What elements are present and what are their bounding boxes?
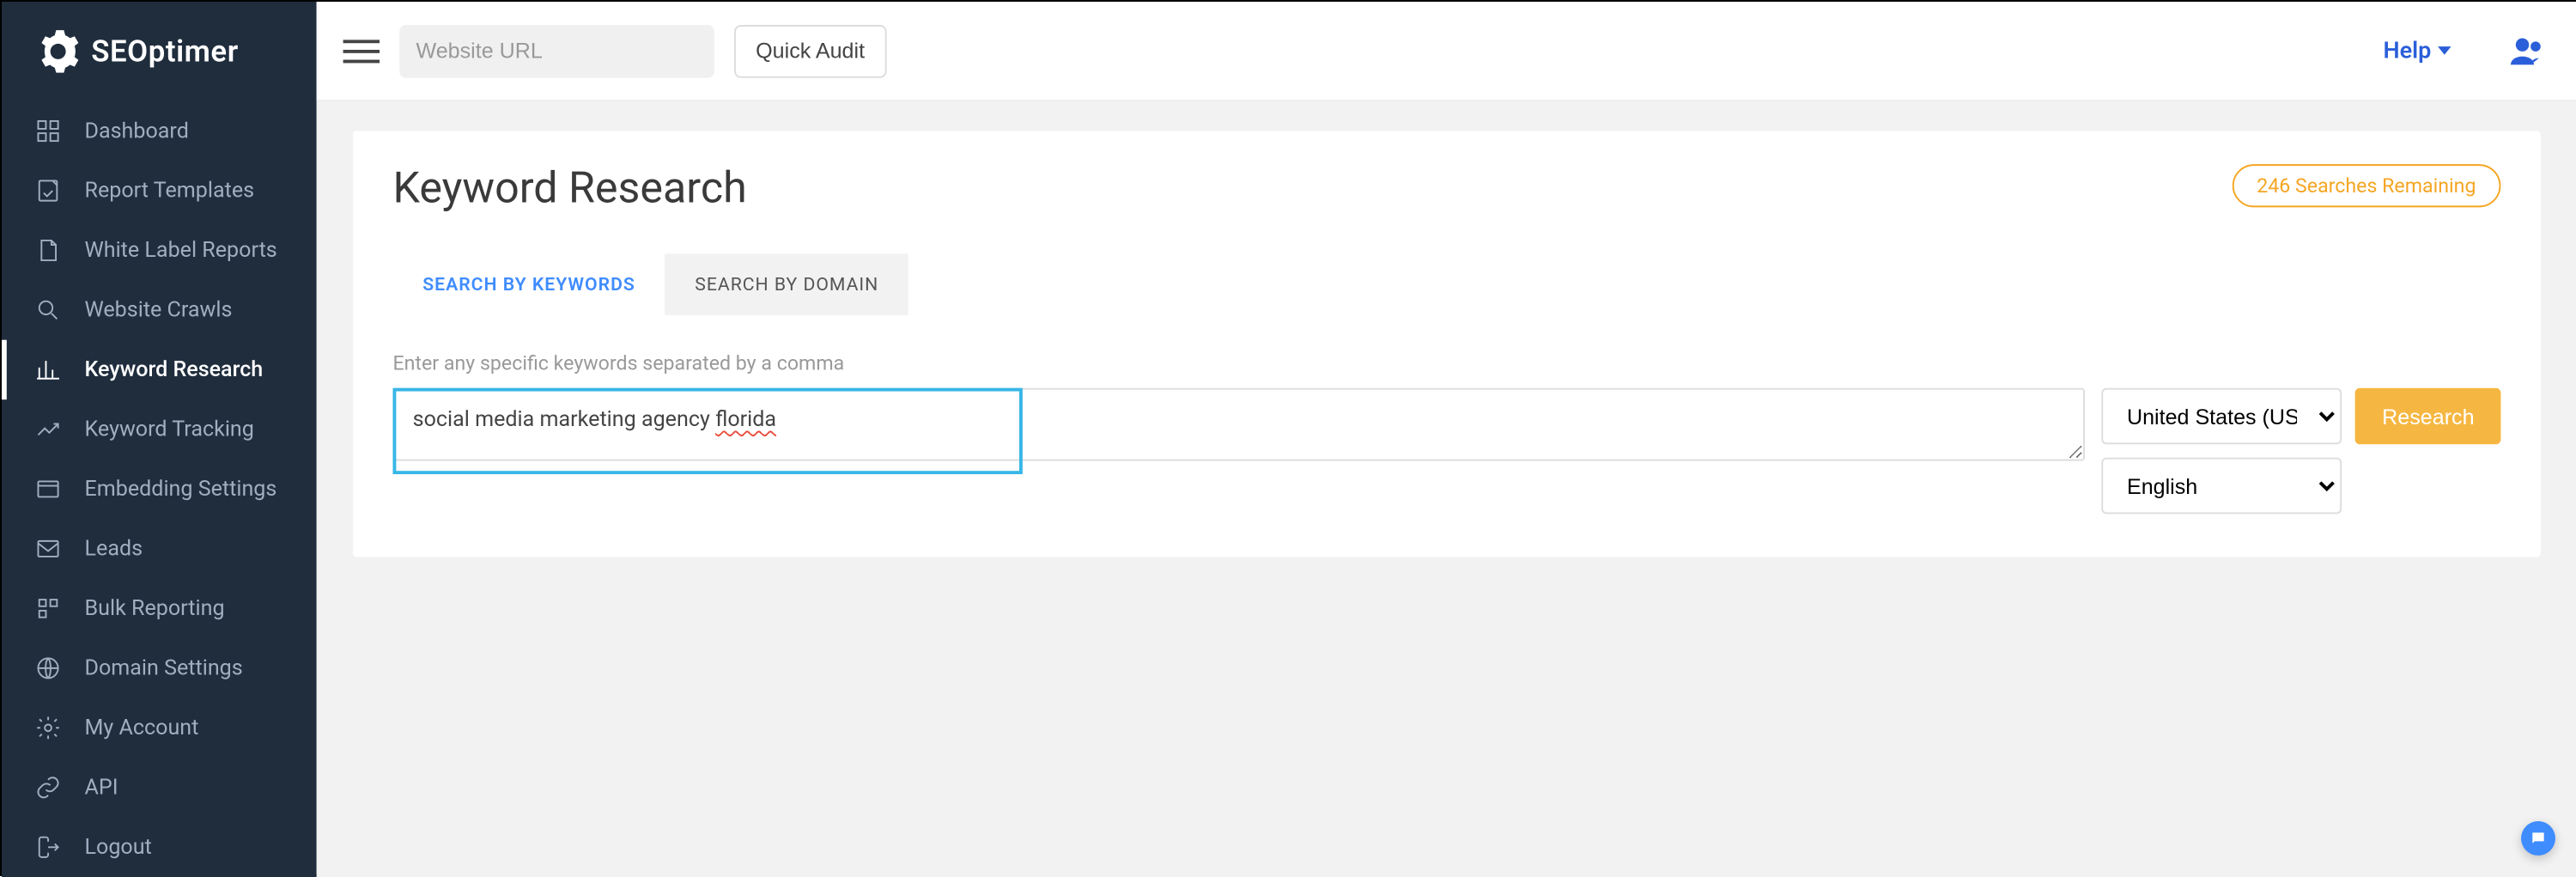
sidebar-item-label: Bulk Reporting — [85, 596, 225, 621]
template-icon — [35, 178, 62, 204]
keywords-input[interactable] — [392, 388, 2085, 461]
gear-icon — [35, 715, 62, 741]
dashboard-icon — [35, 118, 62, 144]
sidebar-item-label: API — [85, 775, 118, 800]
file-icon — [35, 237, 62, 264]
main-content: Quick Audit Help Keyword Research 246 Se… — [317, 2, 2576, 877]
sidebar-item-my-account[interactable]: My Account — [2, 698, 317, 758]
link-icon — [35, 774, 62, 801]
magnify-icon — [35, 297, 62, 324]
trend-icon — [35, 417, 62, 443]
language-select[interactable]: English — [2102, 458, 2342, 515]
sidebar-item-bulk-reporting[interactable]: Bulk Reporting — [2, 579, 317, 638]
chat-launcher-button[interactable] — [2521, 821, 2555, 856]
community-icon[interactable] — [2504, 27, 2550, 74]
sidebar-item-label: Keyword Research — [85, 357, 264, 382]
page-title: Keyword Research — [392, 164, 746, 214]
tab-search-by-domain[interactable]: SEARCH BY DOMAIN — [665, 253, 908, 314]
brand-name: SEOptimer — [91, 34, 239, 70]
logout-icon — [35, 834, 62, 861]
sidebar-item-website-crawls[interactable]: Website Crawls — [2, 280, 317, 339]
research-button[interactable]: Research — [2355, 388, 2500, 445]
keywords-instruction: Enter any specific keywords separated by… — [392, 351, 2500, 375]
sidebar-item-keyword-research[interactable]: Keyword Research — [2, 340, 317, 399]
sidebar-item-label: Dashboard — [85, 119, 189, 143]
sidebar-item-dashboard[interactable]: Dashboard — [2, 101, 317, 161]
sidebar-item-label: Logout — [85, 835, 152, 860]
country-select[interactable]: United States (US) — [2102, 388, 2342, 445]
chart-icon — [35, 356, 62, 383]
sidebar-item-label: Keyword Tracking — [85, 417, 254, 442]
quick-audit-button[interactable]: Quick Audit — [734, 24, 886, 77]
sidebar-item-label: Report Templates — [85, 179, 255, 204]
sidebar-item-keyword-tracking[interactable]: Keyword Tracking — [2, 399, 317, 459]
sidebar-item-logout[interactable]: Logout — [2, 818, 317, 877]
gears-icon — [35, 28, 82, 75]
searches-remaining-badge: 246 Searches Remaining — [2232, 164, 2500, 207]
sidebar-item-label: Website Crawls — [85, 298, 233, 323]
sidebar-item-label: Domain Settings — [85, 655, 243, 680]
globe-icon — [35, 655, 62, 681]
nav-list: Dashboard Report Templates White Label R… — [2, 101, 317, 877]
help-menu[interactable]: Help — [2383, 37, 2451, 64]
search-tabs: SEARCH BY KEYWORDS SEARCH BY DOMAIN — [392, 253, 2500, 314]
sidebar-item-label: Embedding Settings — [85, 477, 277, 502]
grid-icon — [35, 595, 62, 622]
mail-icon — [35, 535, 62, 562]
keyword-research-card: Keyword Research 246 Searches Remaining … — [353, 131, 2541, 557]
sidebar: SEOptimer Dashboard Report Templates Whi… — [2, 2, 317, 877]
website-url-input[interactable] — [399, 24, 714, 77]
sidebar-item-label: My Account — [85, 716, 199, 740]
topbar: Quick Audit Help — [317, 2, 2576, 101]
sidebar-item-label: White Label Reports — [85, 238, 277, 263]
sidebar-item-report-templates[interactable]: Report Templates — [2, 161, 317, 220]
embed-icon — [35, 476, 62, 502]
sidebar-item-embedding-settings[interactable]: Embedding Settings — [2, 460, 317, 519]
sidebar-item-label: Leads — [85, 536, 143, 561]
sidebar-item-white-label[interactable]: White Label Reports — [2, 221, 317, 280]
tab-search-by-keywords[interactable]: SEARCH BY KEYWORDS — [392, 253, 665, 314]
menu-toggle-button[interactable] — [343, 33, 380, 69]
chat-icon — [2530, 830, 2547, 847]
brand-logo[interactable]: SEOptimer — [2, 2, 317, 101]
sidebar-item-domain-settings[interactable]: Domain Settings — [2, 638, 317, 697]
sidebar-item-api[interactable]: API — [2, 758, 317, 817]
sidebar-item-leads[interactable]: Leads — [2, 519, 317, 578]
